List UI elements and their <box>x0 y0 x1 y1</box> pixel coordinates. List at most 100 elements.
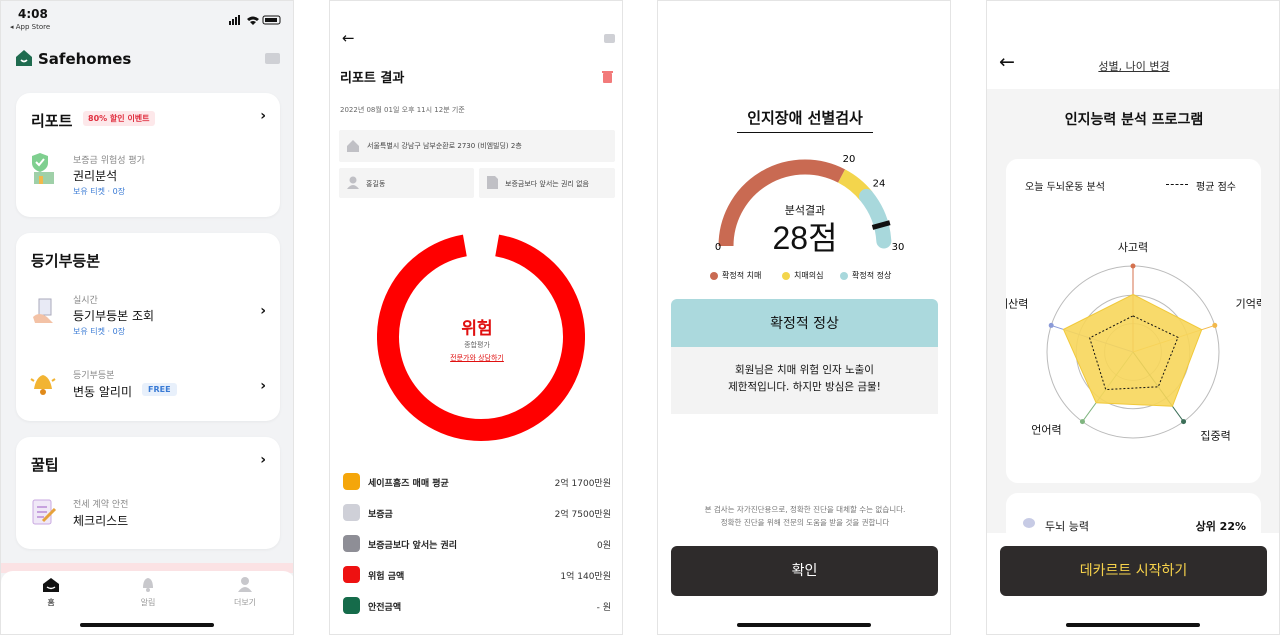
legend-value: 1억 140만원 <box>560 572 611 582</box>
brain-icon <box>1023 518 1035 528</box>
report-card-item: 권리분석 <box>73 169 118 183</box>
registry-lookup-item[interactable]: 등기부등본 조회 <box>73 307 154 324</box>
brand-name: Safehomes <box>38 50 132 68</box>
legend-value: 2억 1700만원 <box>554 479 611 489</box>
registry-card: 등기부등본 실시간 등기부등본 조회 보유 티켓 · 0장 › 등기부등본 변동… <box>16 233 280 421</box>
report-card-sub: 보증금 위험성 평가 <box>73 156 145 166</box>
gauge-segment-normal <box>858 188 892 249</box>
chart-label: 오늘 두뇌운동 분석 <box>1025 182 1105 193</box>
radar-score-area <box>1062 293 1203 407</box>
owner-text: 홍길동 <box>366 180 386 188</box>
change-alert-item[interactable]: 변동 알리미 <box>73 383 132 400</box>
home-indicator <box>1066 623 1200 627</box>
confirm-button[interactable]: 확인 <box>671 546 938 596</box>
cognitive-screening-screen: 인지장애 선별검사 0 20 24 30 분석결과 28점 확정적 치매 치매의… <box>657 0 951 635</box>
shield-house-icon <box>31 151 59 189</box>
chevron-right-icon[interactable]: › <box>260 303 266 319</box>
registry-card-title: 등기부등본 <box>31 252 101 270</box>
average-line-key <box>1166 184 1188 185</box>
tips-card[interactable]: 꿀팁 › 전세 계약 안전 체크리스트 <box>16 437 280 549</box>
legend-label: 보증금 <box>368 510 393 520</box>
start-descartes-button[interactable]: 데카르트 시작하기 <box>1000 546 1267 596</box>
consult-expert-link[interactable]: 전문가와 상담하기 <box>427 353 527 363</box>
radar-axis-dot <box>1130 263 1136 269</box>
checklist-icon <box>29 497 57 531</box>
legend-swatch <box>343 566 360 583</box>
gender-age-change-link[interactable]: 성별, 나이 변경 <box>987 58 1279 74</box>
title-underline <box>737 132 873 133</box>
legend-label: 위험 금액 <box>368 572 405 582</box>
legend-dot <box>782 272 790 280</box>
legend-row: 보증금보다 앞서는 권리 0원 <box>343 534 611 554</box>
person-icon <box>347 176 359 189</box>
gender-age-change-label: 성별, 나이 변경 <box>1098 60 1170 73</box>
rights-box: 보증금보다 앞서는 권리 없음 <box>479 168 615 198</box>
owner-box: 홍길동 <box>339 168 474 198</box>
bell-tab-icon[interactable] <box>141 576 155 596</box>
result-title: 확정적 정상 <box>770 316 839 332</box>
chevron-right-icon[interactable]: › <box>260 108 266 124</box>
tab-alerts[interactable]: 알림 <box>128 597 168 608</box>
header <box>987 1 1279 89</box>
legend-label: 치매의심 <box>794 271 824 280</box>
ticket-icon[interactable] <box>604 34 615 43</box>
gauge-tick-label: 0 <box>715 242 721 253</box>
radar-axis-label: 언어력 <box>1031 424 1061 437</box>
cognitive-program-screen: ← 성별, 나이 변경 인지능력 분석 프로그램 오늘 두뇌운동 분석 평균 점… <box>986 0 1280 635</box>
hand-document-icon <box>31 297 59 329</box>
status-back-link[interactable]: ◂ App Store <box>10 23 50 31</box>
person-tab-icon[interactable] <box>238 576 252 596</box>
home-indicator <box>737 623 871 627</box>
home-icon[interactable] <box>43 577 59 596</box>
screening-title: 인지장애 선별검사 <box>747 109 863 127</box>
status-icons <box>229 10 283 25</box>
report-card[interactable]: 리포트 80% 할인 이벤트 › 보증금 위험성 평가 권리분석 보유 티켓 ·… <box>16 93 280 217</box>
gauge-tick-label: 24 <box>873 178 886 189</box>
program-title: 인지능력 분석 프로그램 <box>1064 112 1204 128</box>
analysis-card: 오늘 두뇌운동 분석 평균 점수 사고력기억력집중력 언어력 계산력 <box>1006 159 1261 483</box>
radar-axis-dot <box>1212 322 1218 328</box>
bell-icon <box>29 369 57 401</box>
legend-swatch <box>343 473 360 490</box>
result-body: 회원님은 치매 위험 인자 노출이 제한적입니다. 하지만 방심은 금물! <box>671 347 938 414</box>
disclaimer-line: 정확한 진단을 위해 전문의 도움을 받을 것을 권합니다 <box>720 518 890 527</box>
timestamp: 2022년 08월 01일 오후 11시 12분 기준 <box>340 106 465 114</box>
radar-axis-label: 사고력 <box>1118 241 1148 254</box>
risk-label: 위험 <box>461 319 493 339</box>
result-header: 확정적 정상 <box>671 299 938 347</box>
legend-row: 안전금액 - 원 <box>343 596 611 616</box>
tips-sub: 전세 계약 안전 <box>73 500 129 510</box>
brain-value: 상위 22% <box>1195 520 1246 533</box>
tab-home[interactable]: 홈 <box>31 597 71 608</box>
score-value: 28점 <box>772 220 838 256</box>
radar-axis-label: 계산력 <box>1006 297 1028 310</box>
back-arrow-icon[interactable]: ← <box>342 29 355 47</box>
gauge-tick-label: 20 <box>843 154 856 165</box>
promo-badge: 80% 할인 이벤트 <box>83 111 155 126</box>
gauge-tick-label: 30 <box>892 242 905 253</box>
report-card-title: 리포트 <box>31 112 73 130</box>
checklist-item: 체크리스트 <box>73 514 129 528</box>
status-time: 4:08 <box>18 7 48 21</box>
legend-label: 확정적 치매 <box>722 271 762 280</box>
legend-value: 2억 7500만원 <box>554 510 611 520</box>
legend-swatch <box>343 597 360 614</box>
disclaimer: 본 검사는 자가진단용으로, 정확한 진단을 대체할 수는 없습니다. 정확한 … <box>658 503 950 529</box>
legend-row: 위험 금액 1억 140만원 <box>343 565 611 585</box>
gauge-legend: 확정적 치매 치매의심 확정적 정상 <box>710 269 920 283</box>
trash-icon[interactable] <box>602 68 613 87</box>
chevron-right-icon[interactable]: › <box>260 378 266 394</box>
registry-ticket-count: 보유 티켓 · 0장 <box>73 327 126 336</box>
legend-label: 안전금액 <box>368 603 402 613</box>
result-body-line: 회원님은 치매 위험 인자 노출이 <box>735 364 874 376</box>
radar-axis-dot <box>1048 322 1054 328</box>
registry-sub-1: 실시간 <box>73 296 98 306</box>
tips-card-title: 꿀팁 <box>31 456 59 474</box>
legend-dot <box>840 272 848 280</box>
page-title: 리포트 결과 <box>340 71 405 86</box>
chevron-right-icon[interactable]: › <box>260 452 266 468</box>
radar-axis-dot <box>1181 419 1187 425</box>
ticket-icon[interactable] <box>265 53 280 64</box>
tab-more[interactable]: 더보기 <box>225 597 265 608</box>
ticket-count: 보유 티켓 · 0장 <box>73 187 126 196</box>
